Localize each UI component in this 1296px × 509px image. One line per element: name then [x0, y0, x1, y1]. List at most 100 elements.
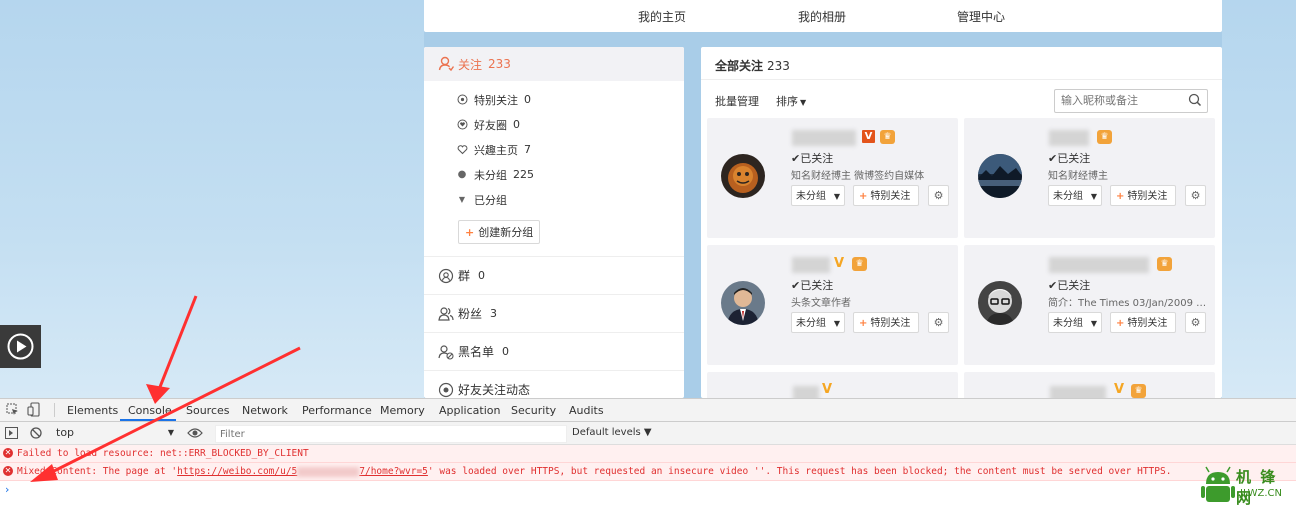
url-part: https://weibo.com/u/5: [177, 466, 298, 477]
tab-security[interactable]: Security: [511, 404, 556, 417]
plus-icon: +: [1116, 191, 1125, 202]
caret-down-icon: ▼: [833, 192, 840, 201]
android-logo-icon: [1201, 466, 1235, 502]
nickname-blurred[interactable]: [1049, 257, 1149, 273]
followed-status: ✔已关注: [1048, 277, 1090, 293]
follow-card: ♛ ✔已关注 知名财经博主 未分组 ▼ + 特别关注 ⚙: [964, 118, 1215, 238]
sidebar-item-blacklist[interactable]: 黑名单 0: [424, 332, 684, 370]
sidebar-item-groups[interactable]: 群 0: [424, 256, 684, 294]
tab-application[interactable]: Application: [439, 404, 500, 417]
verified-v-icon: V: [822, 382, 833, 397]
devtools-tab-bar: Elements Console Sources Network Perform…: [0, 399, 1296, 422]
sub-item-label: 未分组: [474, 168, 507, 182]
console-filter: [215, 425, 567, 443]
avatar[interactable]: [721, 281, 765, 325]
check-icon: ✔: [1048, 279, 1058, 292]
nav-my-album[interactable]: 我的相册: [798, 8, 846, 25]
nickname-blurred[interactable]: [1050, 386, 1106, 398]
tab-sources[interactable]: Sources: [186, 404, 230, 417]
sort-dropdown[interactable]: 排序 ▼: [776, 93, 806, 109]
member-crown-icon: ♛: [1097, 130, 1112, 144]
tab-network[interactable]: Network: [242, 404, 288, 417]
nickname-blurred[interactable]: [792, 257, 830, 273]
avatar[interactable]: [721, 154, 765, 198]
group-select[interactable]: 未分组 ▼: [1048, 312, 1102, 333]
follow-card: V ♛: [964, 372, 1215, 398]
special-follow-button[interactable]: + 特别关注: [1110, 312, 1176, 333]
sidebar-follow-header[interactable]: 关注 233: [424, 47, 684, 81]
inspect-element-icon[interactable]: [6, 403, 19, 416]
page-background-right: [1222, 0, 1296, 398]
sub-item-count: 0: [513, 118, 520, 131]
sort-label: 排序: [776, 95, 798, 108]
nickname-blurred[interactable]: [793, 386, 819, 398]
group-label: 未分组: [1053, 318, 1083, 329]
create-group-button[interactable]: + 创建新分组: [458, 220, 541, 244]
special-follow-button[interactable]: + 特别关注: [1110, 185, 1176, 206]
gear-icon[interactable]: ⚙: [928, 185, 949, 206]
tab-audits[interactable]: Audits: [569, 404, 604, 417]
show-drawer-icon[interactable]: [5, 427, 18, 439]
sidebar-item-interest-pages[interactable]: 兴趣主页 7: [424, 137, 684, 162]
tab-console[interactable]: Console: [128, 404, 172, 417]
tab-memory[interactable]: Memory: [380, 404, 425, 417]
group-select[interactable]: 未分组 ▼: [791, 312, 845, 333]
play-icon: [7, 333, 34, 360]
filter-input[interactable]: [216, 426, 550, 443]
search-input[interactable]: [1061, 90, 1181, 110]
plus-icon: +: [1116, 318, 1125, 329]
sub-item-label: 好友圈: [474, 118, 507, 132]
avatar[interactable]: [978, 281, 1022, 325]
group-select[interactable]: 未分组 ▼: [1048, 185, 1102, 206]
clear-console-icon[interactable]: [30, 427, 42, 439]
console-prompt[interactable]: ›: [0, 481, 1296, 499]
nav-management-center[interactable]: 管理中心: [957, 8, 1005, 25]
batch-manage-button[interactable]: 批量管理: [715, 93, 759, 109]
create-group-label: 创建新分组: [478, 226, 534, 239]
special-follow-button[interactable]: + 特别关注: [853, 312, 919, 333]
user-description: 简介：The Times 03/Jan/2009 C...: [1048, 298, 1210, 309]
group-chat-icon: [438, 268, 454, 283]
caret-down-icon: ▼: [800, 98, 807, 107]
console-error-message: ✕ Failed to load resource: net::ERR_BLOC…: [0, 445, 1296, 463]
nickname-blurred[interactable]: [792, 130, 856, 146]
followed-label: 已关注: [1057, 279, 1091, 292]
sidebar-item-grouped[interactable]: ▼ 已分组: [424, 187, 684, 212]
special-follow-button[interactable]: + 特别关注: [853, 185, 919, 206]
follow-user-icon: [438, 56, 454, 72]
group-label: 未分组: [796, 318, 826, 329]
user-description: 知名财经博主: [1048, 171, 1108, 182]
sidebar-item-ungrouped[interactable]: ● 未分组 225: [424, 162, 684, 187]
tab-performance[interactable]: Performance: [302, 404, 372, 417]
active-tab-indicator: [120, 419, 176, 421]
member-crown-icon: ♛: [880, 130, 895, 144]
gear-icon[interactable]: ⚙: [1185, 312, 1206, 333]
avatar[interactable]: [978, 154, 1022, 198]
sidebar-item-friend-activity[interactable]: 好友关注动态: [424, 370, 684, 398]
error-url-link[interactable]: https://weibo.com/u/5 7/home?wvr=5: [177, 466, 428, 477]
search-icon[interactable]: [1188, 93, 1202, 107]
devtools-panel: Elements Console Sources Network Perform…: [0, 398, 1296, 509]
nav-my-homepage[interactable]: 我的主页: [638, 8, 686, 25]
sidebar-item-fans[interactable]: 粉丝 3: [424, 294, 684, 332]
gear-icon[interactable]: ⚙: [1185, 185, 1206, 206]
dot-icon: ●: [457, 168, 467, 180]
context-selector[interactable]: top ▼: [56, 425, 174, 441]
log-levels-dropdown[interactable]: Default levels ▼: [572, 427, 652, 438]
gear-icon[interactable]: ⚙: [928, 312, 949, 333]
check-icon: ✔: [791, 152, 801, 165]
group-select[interactable]: 未分组 ▼: [791, 185, 845, 206]
eye-icon[interactable]: [187, 427, 203, 439]
member-crown-icon: ♛: [852, 257, 867, 271]
device-toolbar-icon[interactable]: [27, 402, 41, 417]
sidebar-item-friends-circle[interactable]: 好友圈 0: [424, 112, 684, 137]
nickname-blurred[interactable]: [1049, 130, 1089, 146]
video-play-button[interactable]: [0, 325, 41, 368]
verified-v-icon: V: [834, 256, 845, 271]
error-text: Failed to load resource: net::ERR_BLOCKE…: [17, 448, 309, 459]
follow-card: ♛ ✔已关注 简介：The Times 03/Jan/2009 C... 未分组…: [964, 245, 1215, 365]
followed-status: ✔已关注: [1048, 150, 1090, 166]
row-count: 0: [478, 269, 486, 282]
sidebar-item-special-follow[interactable]: 特别关注 0: [424, 87, 684, 112]
tab-elements[interactable]: Elements: [67, 404, 118, 417]
